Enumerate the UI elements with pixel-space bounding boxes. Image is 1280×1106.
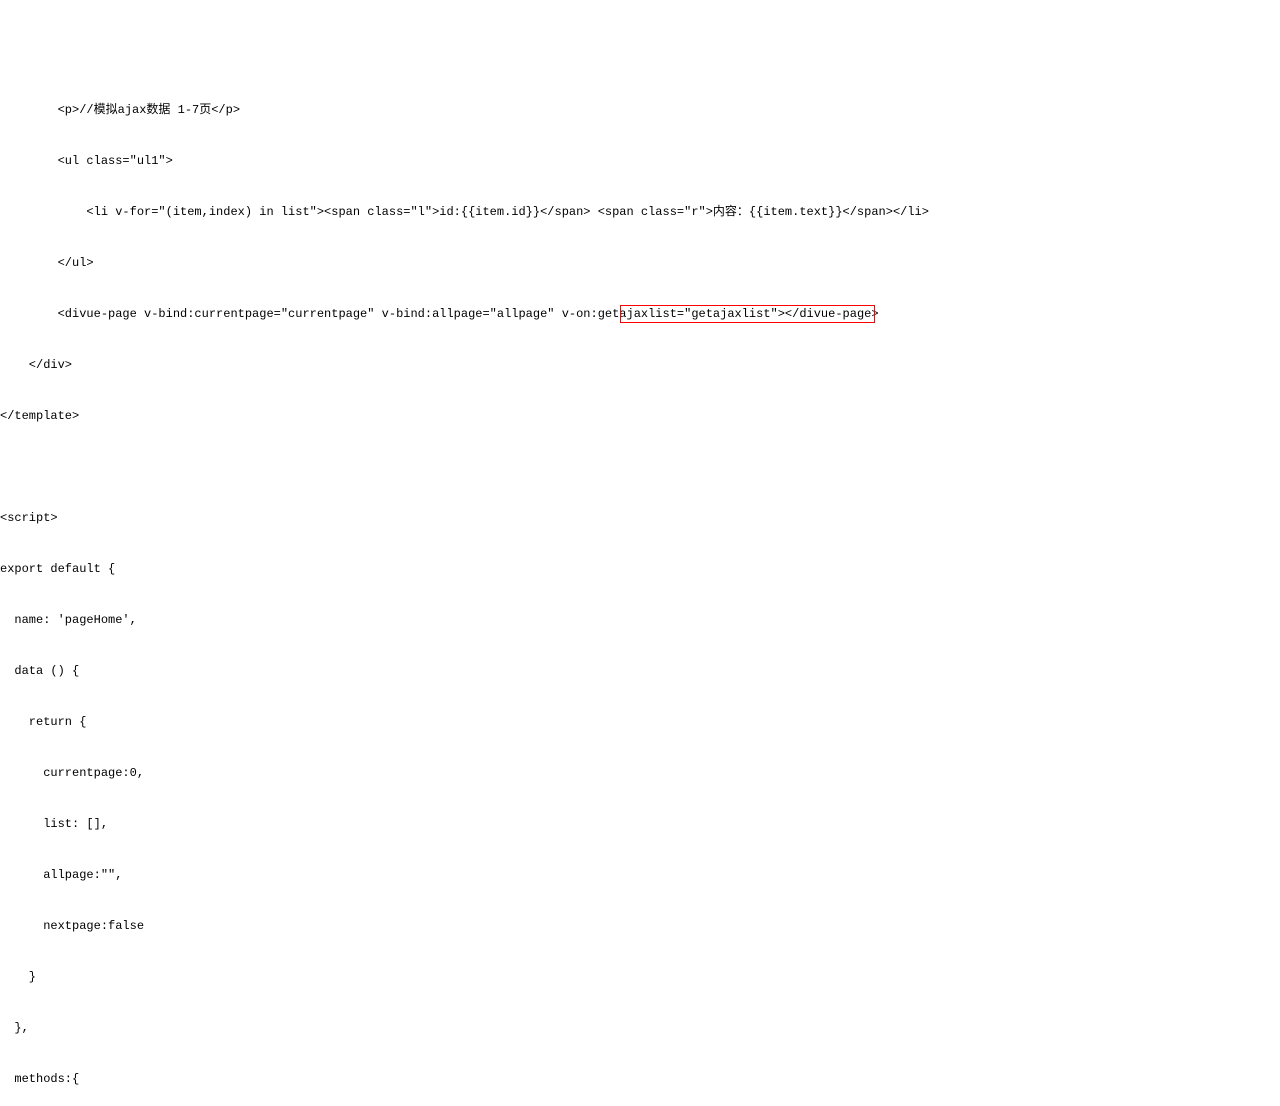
code-line: <script> (0, 510, 1280, 527)
code-line (0, 459, 1280, 476)
code-line: return { (0, 714, 1280, 731)
code-line: </ul> (0, 255, 1280, 272)
code-line: </div> (0, 357, 1280, 374)
code-line: methods:{ (0, 1071, 1280, 1088)
code-line: } (0, 969, 1280, 986)
code-line: list: [], (0, 816, 1280, 833)
code-line: currentpage:0, (0, 765, 1280, 782)
code-line: <li v-for="(item,index) in list"><span c… (0, 204, 1280, 221)
code-line: }, (0, 1020, 1280, 1037)
code-line: data () { (0, 663, 1280, 680)
code-line: <p>//模拟ajax数据 1-7页</p> (0, 102, 1280, 119)
code-line: nextpage:false (0, 918, 1280, 935)
code-line: </template> (0, 408, 1280, 425)
code-line: name: 'pageHome', (0, 612, 1280, 629)
code-line: <ul class="ul1"> (0, 153, 1280, 170)
code-block: <p>//模拟ajax数据 1-7页</p> <ul class="ul1"> … (0, 68, 1280, 1106)
code-line: <divue-page v-bind:currentpage="currentp… (0, 306, 1280, 323)
code-line: allpage:"", (0, 867, 1280, 884)
code-line: export default { (0, 561, 1280, 578)
